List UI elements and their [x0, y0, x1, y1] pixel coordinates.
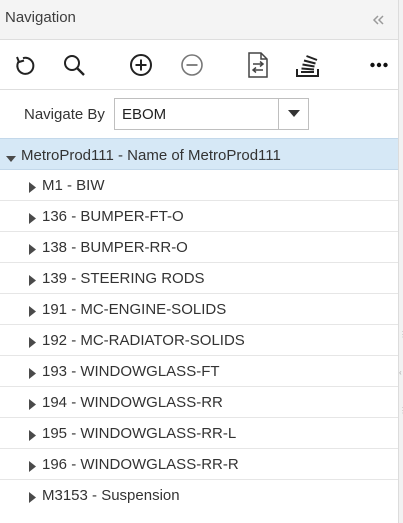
panel-title: Navigation	[5, 9, 76, 26]
compare-button[interactable]	[245, 52, 271, 78]
tree-node-row[interactable]: 191 - MC-ENGINE-SOLIDS	[0, 294, 398, 325]
tree-root-label: MetroProd111 - Name of MetroProd111	[21, 147, 281, 164]
product-tree: MetroProd111 - Name of MetroProd111 M1 -…	[0, 138, 398, 511]
refresh-icon	[16, 56, 35, 75]
collapse-button[interactable]	[179, 52, 205, 78]
tree-root-row[interactable]: MetroProd111 - Name of MetroProd111	[0, 138, 398, 170]
tree-node-row[interactable]: M3153 - Suspension	[0, 480, 398, 511]
tree-node-label: 196 - WINDOWGLASS-RR-R	[42, 456, 239, 473]
caret-right-icon[interactable]	[29, 428, 36, 446]
tree-node-label: 194 - WINDOWGLASS-RR	[42, 394, 223, 411]
stack-icon	[296, 55, 319, 77]
navigate-by-row: Navigate By EBOM	[0, 90, 398, 138]
tree-node-row[interactable]: 196 - WINDOWGLASS-RR-R	[0, 449, 398, 480]
tree-node-row[interactable]: 193 - WINDOWGLASS-FT	[0, 356, 398, 387]
tree-node-row[interactable]: 195 - WINDOWGLASS-RR-L	[0, 418, 398, 449]
caret-right-icon[interactable]	[29, 366, 36, 384]
navigate-by-label: Navigate By	[24, 106, 105, 123]
expand-button[interactable]	[128, 52, 154, 78]
panel-resize-gutter[interactable]: ⋮ ‹ ⋮	[398, 0, 403, 523]
caret-right-icon[interactable]	[29, 211, 36, 229]
toolbar	[0, 40, 398, 90]
navigate-by-value: EBOM	[122, 106, 167, 123]
tree-node-label: 195 - WINDOWGLASS-RR-L	[42, 425, 237, 442]
caret-right-icon[interactable]	[29, 397, 36, 415]
caret-right-icon[interactable]	[29, 335, 36, 353]
caret-down-icon[interactable]	[6, 150, 16, 168]
plus-circle-icon	[130, 54, 152, 76]
navigate-by-select[interactable]: EBOM	[114, 98, 309, 130]
caret-right-icon[interactable]	[29, 490, 36, 508]
caret-right-icon[interactable]	[29, 242, 36, 260]
caret-right-icon[interactable]	[29, 180, 36, 198]
caret-right-icon[interactable]	[29, 304, 36, 322]
resize-handle-icon: ⋮	[399, 406, 403, 415]
panel-header: Navigation	[0, 0, 398, 40]
search-button[interactable]	[61, 52, 87, 78]
caret-right-icon[interactable]	[29, 459, 36, 477]
tree-node-label: M1 - BIW	[42, 177, 105, 194]
dropdown-button[interactable]	[278, 99, 308, 129]
tree-node-row[interactable]: M1 - BIW	[0, 170, 398, 201]
tree-node-row[interactable]: 138 - BUMPER-RR-O	[0, 232, 398, 263]
tree-node-row[interactable]: 194 - WINDOWGLASS-RR	[0, 387, 398, 418]
caret-down-icon	[287, 110, 300, 117]
more-button[interactable]	[366, 52, 392, 78]
resize-handle-icon: ‹	[399, 368, 402, 377]
document-swap-icon	[248, 52, 268, 78]
tree-node-row[interactable]: 136 - BUMPER-FT-O	[0, 201, 398, 232]
minus-circle-icon	[181, 54, 203, 76]
double-chevron-left-icon[interactable]	[370, 12, 386, 28]
tree-node-label: 193 - WINDOWGLASS-FT	[42, 363, 220, 380]
navigation-panel: Navigation Navigate By EBOM MetroProd111…	[0, 0, 398, 523]
resize-handle-icon: ⋮	[399, 330, 403, 339]
tree-node-label: 136 - BUMPER-FT-O	[42, 208, 184, 225]
caret-right-icon[interactable]	[29, 273, 36, 291]
tree-node-label: 138 - BUMPER-RR-O	[42, 239, 188, 256]
tree-node-label: 139 - STEERING RODS	[42, 270, 205, 287]
tree-node-label: M3153 - Suspension	[42, 487, 180, 504]
refresh-button[interactable]	[11, 52, 37, 78]
stack-button[interactable]	[295, 52, 321, 78]
search-icon	[64, 55, 85, 76]
tree-node-label: 192 - MC-RADIATOR-SOLIDS	[42, 332, 245, 349]
tree-node-label: 191 - MC-ENGINE-SOLIDS	[42, 301, 227, 318]
more-horizontal-icon	[370, 62, 388, 68]
tree-node-row[interactable]: 139 - STEERING RODS	[0, 263, 398, 294]
tree-node-row[interactable]: 192 - MC-RADIATOR-SOLIDS	[0, 325, 398, 356]
